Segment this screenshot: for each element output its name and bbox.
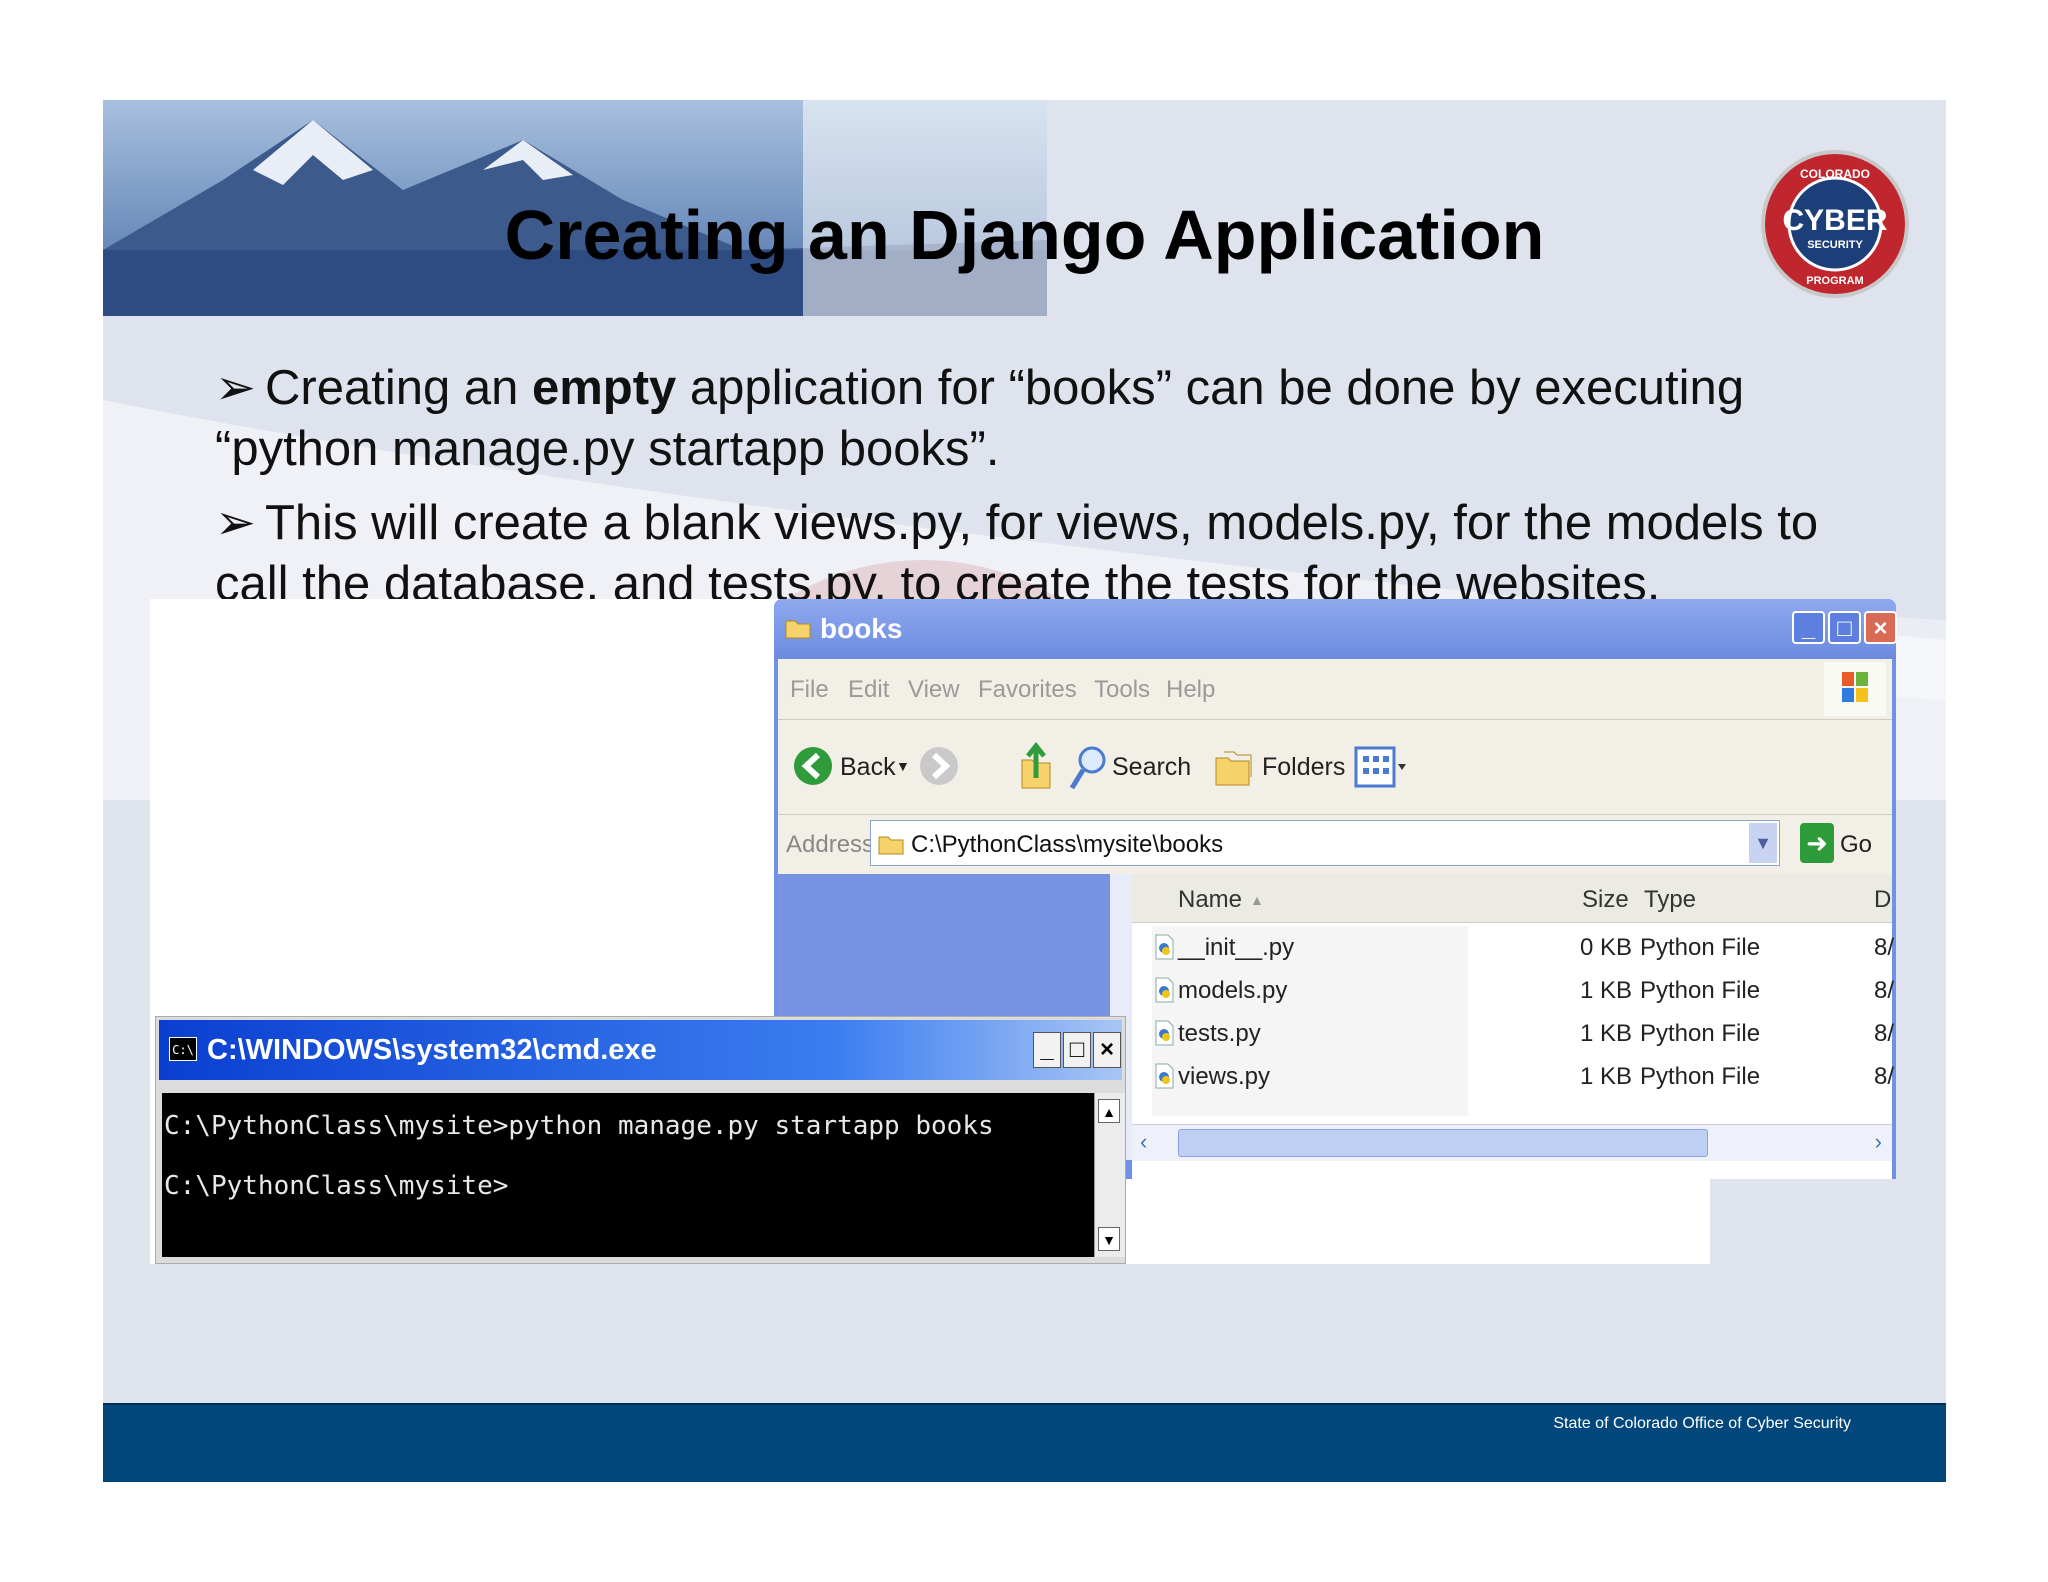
scroll-left-icon[interactable]: ‹ — [1140, 1129, 1147, 1155]
menu-view[interactable]: View — [908, 676, 960, 704]
back-arrow-icon[interactable] — [792, 745, 834, 787]
file-date: 8/ — [1874, 977, 1895, 1004]
file-type: Python File — [1640, 977, 1761, 1004]
back-dropdown-icon[interactable]: ▼ — [896, 758, 910, 774]
search-icon[interactable] — [1068, 744, 1108, 792]
back-button-label[interactable]: Back — [840, 753, 896, 782]
horizontal-scrollbar[interactable]: ‹ › — [1132, 1124, 1892, 1161]
go-button-label[interactable]: Go — [1840, 831, 1872, 859]
file-row[interactable]: models.py 1 KB Python File 8/ — [1132, 969, 1895, 1012]
cmd-window: C:\ C:\WINDOWS\system32\cmd.exe _ □ × C:… — [155, 1016, 1126, 1264]
cmd-icon: C:\ — [169, 1037, 197, 1061]
menu-tools[interactable]: Tools — [1094, 676, 1150, 704]
list-header: Name ▲ Size Type D — [1132, 874, 1892, 923]
address-label: Address — [786, 831, 875, 858]
search-button-label[interactable]: Search — [1112, 753, 1191, 782]
folder-icon — [785, 620, 811, 639]
column-type[interactable]: Type — [1644, 886, 1696, 914]
menu-help[interactable]: Help — [1166, 676, 1215, 704]
slide-title: Creating an Django Application — [504, 196, 1545, 274]
slide-footer: State of Colorado Office of Cyber Securi… — [103, 1403, 1946, 1482]
footer-text: State of Colorado Office of Cyber Securi… — [1553, 1415, 1851, 1432]
bullet-arrow-icon: ➢ — [215, 496, 257, 550]
file-size: 1 KB — [1579, 977, 1632, 1004]
file-row[interactable]: tests.py 1 KB Python File 8/ — [1132, 1012, 1895, 1055]
toolbar: Back ▼ Search Folders — [778, 719, 1892, 815]
console-line: C:\PythonClass\mysite> — [164, 1171, 509, 1201]
minimize-button[interactable]: _ — [1033, 1032, 1061, 1068]
file-type: Python File — [1640, 1020, 1761, 1047]
console-output[interactable]: C:\PythonClass\mysite>python manage.py s… — [162, 1093, 1094, 1257]
chevron-down-icon[interactable]: ▼ — [1749, 823, 1777, 863]
column-name[interactable]: Name — [1178, 886, 1242, 914]
file-size: 1 KB — [1579, 1020, 1632, 1047]
bullet-text-bold: empty — [531, 361, 677, 415]
bullet-text: This will create a blank views.py, for v… — [215, 496, 1819, 611]
python-file-icon — [1155, 977, 1174, 1003]
file-name: models.py — [1178, 977, 1288, 1004]
scroll-up-icon[interactable]: ▲ — [1098, 1099, 1120, 1123]
cyber-security-seal-logo: COLORADO CYBER SECURITY PROGRAM — [1761, 150, 1909, 298]
bullet-blank-files: ➢ This will create a blank views.py, for … — [215, 493, 1855, 615]
vertical-scrollbar[interactable]: ▲ ▼ — [1094, 1093, 1125, 1257]
scroll-right-icon[interactable]: › — [1875, 1129, 1882, 1155]
sort-ascending-icon: ▲ — [1250, 892, 1264, 908]
file-name: tests.py — [1178, 1020, 1261, 1047]
maximize-button[interactable]: □ — [1828, 611, 1861, 644]
menu-favorites[interactable]: Favorites — [978, 676, 1077, 704]
python-file-icon — [1155, 1020, 1174, 1046]
maximize-button[interactable]: □ — [1063, 1032, 1091, 1068]
file-name: views.py — [1178, 1063, 1271, 1090]
address-bar: Address C:\PythonClass\mysite\books ▼ ➜ … — [778, 814, 1892, 875]
file-type: Python File — [1640, 934, 1761, 961]
file-list: Name ▲ Size Type D __init__.py 0 KB Pyth… — [1110, 874, 1895, 1179]
bullet-create-app: ➢ Creating an empty application for “book… — [215, 358, 1855, 480]
python-file-icon — [1155, 1063, 1174, 1089]
console-line: C:\PythonClass\mysite>python manage.py s… — [164, 1111, 994, 1141]
screenshot-composite: books _ □ × File Edit View Favorites Too… — [150, 599, 1897, 1264]
cmd-title: C:\WINDOWS\system32\cmd.exe — [207, 1034, 657, 1066]
file-row[interactable]: __init__.py 0 KB Python File 8/ — [1132, 926, 1895, 969]
file-date: 8/ — [1874, 1020, 1895, 1047]
svg-text:CYBER: CYBER — [1782, 204, 1887, 237]
folder-icon — [878, 836, 904, 855]
views-icon[interactable] — [1354, 746, 1408, 788]
svg-text:PROGRAM: PROGRAM — [1806, 275, 1863, 287]
folders-button-label[interactable]: Folders — [1262, 753, 1345, 782]
close-button[interactable]: × — [1093, 1032, 1121, 1068]
bullet-arrow-icon: ➢ — [215, 361, 257, 415]
explorer-titlebar[interactable]: books _ □ × — [774, 599, 1897, 659]
scroll-down-icon[interactable]: ▼ — [1098, 1227, 1120, 1251]
file-size: 1 KB — [1579, 1063, 1632, 1090]
column-date[interactable]: D — [1874, 886, 1891, 914]
svg-text:COLORADO: COLORADO — [1800, 167, 1870, 181]
menu-bar: File Edit View Favorites Tools Help — [778, 659, 1892, 719]
file-type: Python File — [1640, 1063, 1761, 1090]
scrollbar-thumb[interactable] — [1178, 1129, 1708, 1157]
up-folder-icon[interactable] — [1018, 740, 1054, 792]
menu-file[interactable]: File — [790, 676, 829, 704]
go-arrow-icon[interactable]: ➜ — [1800, 823, 1834, 863]
menu-edit[interactable]: Edit — [848, 676, 889, 704]
forward-arrow-icon[interactable] — [918, 745, 960, 787]
cmd-titlebar[interactable]: C:\ C:\WINDOWS\system32\cmd.exe _ □ × — [159, 1020, 1122, 1080]
file-size: 0 KB — [1579, 934, 1632, 961]
python-file-icon — [1155, 934, 1174, 960]
address-input[interactable]: C:\PythonClass\mysite\books ▼ — [870, 820, 1780, 866]
file-date: 8/ — [1874, 1063, 1895, 1090]
folders-icon[interactable] — [1214, 746, 1256, 788]
close-button[interactable]: × — [1864, 611, 1897, 644]
bullet-text-pre: Creating an — [265, 361, 532, 415]
file-row[interactable]: views.py 1 KB Python File 8/ — [1132, 1055, 1895, 1098]
file-date: 8/ — [1874, 934, 1895, 961]
file-name: __init__.py — [1178, 934, 1295, 961]
minimize-button[interactable]: _ — [1792, 611, 1825, 644]
svg-text:SECURITY: SECURITY — [1807, 239, 1863, 251]
column-size[interactable]: Size — [1582, 886, 1629, 914]
windows-logo-icon — [1824, 662, 1886, 716]
address-value: C:\PythonClass\mysite\books — [911, 831, 1224, 858]
explorer-title: books — [820, 613, 903, 644]
